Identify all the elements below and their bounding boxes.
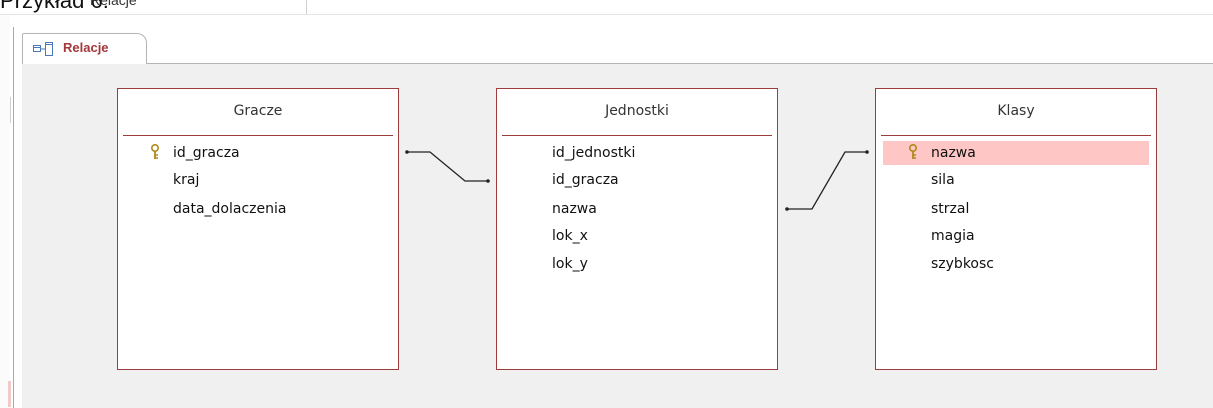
previous-tab-stub[interactable]: Relacje — [84, 0, 307, 14]
tab-relationships[interactable]: Relacje — [22, 33, 147, 64]
field-name: nazwa — [931, 145, 976, 161]
field-magia[interactable]: magia — [883, 224, 1149, 248]
field-id-jednostki[interactable]: id_jednostki — [504, 141, 770, 165]
field-name: sila — [931, 172, 955, 188]
field-nazwa[interactable]: nazwa — [883, 141, 1149, 165]
primary-key-icon — [909, 144, 917, 159]
table-klasy[interactable]: Klasy nazwa sila strzal magia szybkosc — [875, 88, 1157, 370]
field-name: id_gracza — [173, 145, 240, 161]
table-title-divider — [502, 135, 772, 136]
table-title: Gracze — [233, 103, 283, 119]
field-id-gracza[interactable]: id_gracza — [504, 168, 770, 192]
navigation-pane-marker — [8, 381, 11, 407]
navigation-pane-splitter[interactable] — [6, 97, 11, 123]
field-id-gracza[interactable]: id_gracza — [125, 141, 391, 165]
field-name: lok_y — [552, 256, 588, 272]
field-name: id_gracza — [552, 172, 619, 188]
field-name: lok_x — [552, 228, 588, 244]
primary-key-icon — [151, 144, 159, 159]
field-name: kraj — [173, 172, 200, 188]
field-strzal[interactable]: strzal — [883, 197, 1149, 221]
table-title-divider — [123, 135, 393, 136]
field-name: strzal — [931, 201, 970, 217]
field-szybkosc[interactable]: szybkosc — [883, 252, 1149, 276]
tab-relationships-label: Relacje — [63, 40, 109, 55]
field-name: szybkosc — [931, 256, 994, 272]
field-nazwa[interactable]: nazwa — [504, 197, 770, 221]
field-data-dolaczenia[interactable]: data_dolaczenia — [125, 197, 391, 221]
field-kraj[interactable]: kraj — [125, 168, 391, 192]
field-name: nazwa — [552, 201, 597, 217]
previous-tab-label: Relacje — [90, 0, 137, 8]
window-frame-edge — [13, 27, 14, 408]
field-name: data_dolaczenia — [173, 201, 287, 217]
table-jednostki[interactable]: Jednostki id_jednostki id_gracza nazwa l… — [496, 88, 778, 370]
relationships-icon — [33, 42, 53, 56]
table-title: Jednostki — [605, 103, 669, 119]
top-divider — [0, 14, 1213, 15]
table-gracze[interactable]: Gracze id_gracza kraj data_dolaczenia — [117, 88, 399, 370]
table-title-divider — [881, 135, 1151, 136]
field-lok-y[interactable]: lok_y — [504, 252, 770, 276]
field-lok-x[interactable]: lok_x — [504, 224, 770, 248]
field-name: magia — [931, 228, 975, 244]
navigation-pane-edge — [0, 15, 11, 408]
table-title: Klasy — [997, 103, 1035, 119]
field-sila[interactable]: sila — [883, 168, 1149, 192]
field-name: id_jednostki — [552, 145, 636, 161]
